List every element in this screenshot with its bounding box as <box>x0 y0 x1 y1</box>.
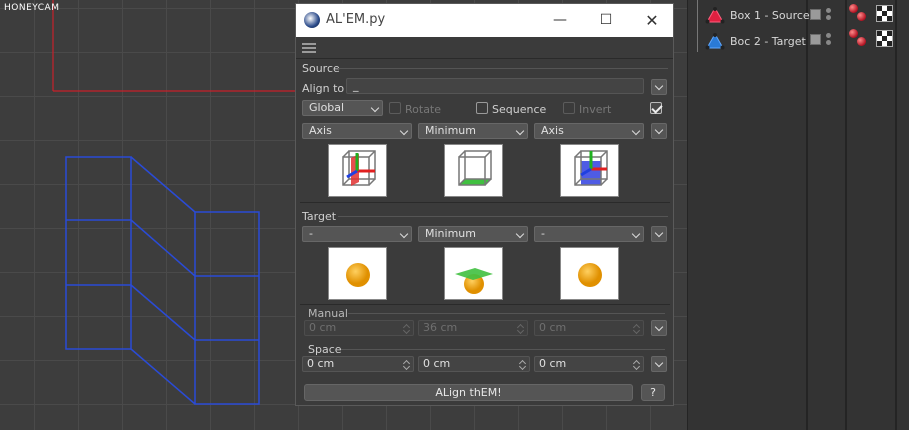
space-z-field[interactable]: 0 cm <box>534 356 644 372</box>
source-x-mode-dropdown[interactable]: Axis <box>302 123 412 139</box>
layer-edit-icon[interactable] <box>810 34 821 45</box>
rotate-checkbox[interactable] <box>389 102 401 114</box>
source-y-mode-dropdown[interactable]: Minimum <box>418 123 528 139</box>
manual-label: Manual <box>308 307 348 320</box>
target-mode-more-button[interactable] <box>651 226 667 242</box>
manual-y-field[interactable]: 36 cm <box>418 320 528 336</box>
app-icon <box>304 12 320 28</box>
object-name-target[interactable]: Boc 2 - Target <box>730 35 806 48</box>
target-label: Target <box>302 210 337 223</box>
divider <box>300 202 670 203</box>
sphere-icon <box>578 263 602 287</box>
source-z-mode-dropdown[interactable]: Axis <box>534 123 644 139</box>
sequence-label: Sequence <box>492 103 547 116</box>
material-tag-icon[interactable] <box>849 29 858 38</box>
source-y-preview <box>444 144 503 197</box>
space-mode-dropdown[interactable]: Global <box>302 100 383 116</box>
box-axis-x-icon <box>342 150 376 186</box>
align-to-label: Align to <box>302 82 345 95</box>
sequence-checkbox[interactable] <box>476 102 488 114</box>
layer-edit-icon[interactable] <box>810 9 821 20</box>
manual-x-field[interactable]: 0 cm <box>304 320 414 336</box>
source-mode-more-button[interactable] <box>651 123 667 139</box>
minimize-button[interactable]: — <box>537 4 583 37</box>
option-checkbox[interactable] <box>650 102 662 114</box>
object-manager <box>687 0 909 430</box>
close-button[interactable]: ✕ <box>629 4 675 37</box>
object-name-source[interactable]: Box 1 - Source <box>730 9 810 22</box>
box-bottom-face-icon <box>458 150 492 186</box>
watermark: HONEYCAM <box>4 3 60 13</box>
checker-tag-icon[interactable] <box>876 5 893 22</box>
box-axis-z-icon <box>574 150 608 186</box>
menu-icon[interactable] <box>302 43 316 53</box>
divider <box>338 68 668 69</box>
source-label: Source <box>302 62 340 75</box>
target-y-mode-dropdown[interactable]: Minimum <box>418 226 528 242</box>
checker-tag-icon[interactable] <box>876 30 893 47</box>
title-bar[interactable]: AL'EM.py — ☐ ✕ <box>296 4 673 37</box>
space-x-field[interactable]: 0 cm <box>302 356 414 372</box>
cube-red-icon <box>705 6 725 24</box>
align-dialog: AL'EM.py — ☐ ✕ Source Align to _ Global … <box>295 3 674 406</box>
help-button[interactable]: ? <box>641 384 665 401</box>
source-z-preview <box>560 144 619 197</box>
column-divider <box>845 0 847 430</box>
divider <box>341 349 665 350</box>
align-to-field[interactable]: _ <box>346 78 644 94</box>
cube-blue-icon <box>705 32 725 50</box>
maximize-button[interactable]: ☐ <box>583 4 629 37</box>
column-divider <box>895 0 897 430</box>
space-y-field[interactable]: 0 cm <box>418 356 530 372</box>
visibility-dots-icon[interactable] <box>826 33 832 46</box>
align-them-button[interactable]: ALign thEM! <box>304 384 633 401</box>
target-x-preview <box>328 247 387 300</box>
target-z-mode-dropdown[interactable]: - <box>534 226 644 242</box>
space-label: Space <box>308 343 342 356</box>
target-z-preview <box>560 247 619 300</box>
align-to-dropdown-button[interactable] <box>651 79 667 95</box>
material-tag-icon[interactable] <box>857 37 866 46</box>
sphere-icon <box>346 263 370 287</box>
divider <box>348 313 665 314</box>
source-x-preview <box>328 144 387 197</box>
sphere-bottom-plane-icon <box>455 268 493 294</box>
dialog-title: AL'EM.py <box>326 12 386 27</box>
divider <box>300 304 670 305</box>
material-tag-icon[interactable] <box>857 12 866 21</box>
invert-label: Invert <box>579 103 612 116</box>
column-divider <box>806 0 808 430</box>
divider <box>338 216 668 217</box>
invert-checkbox[interactable] <box>563 102 575 114</box>
visibility-dots-icon[interactable] <box>826 8 832 21</box>
material-tag-icon[interactable] <box>849 4 858 13</box>
menu-bar <box>296 37 673 59</box>
target-x-mode-dropdown[interactable]: - <box>302 226 412 242</box>
rotate-label: Rotate <box>405 103 442 116</box>
target-y-preview <box>444 247 503 300</box>
manual-more-button[interactable] <box>651 320 667 336</box>
manual-z-field[interactable]: 0 cm <box>534 320 644 336</box>
space-more-button[interactable] <box>651 356 667 372</box>
